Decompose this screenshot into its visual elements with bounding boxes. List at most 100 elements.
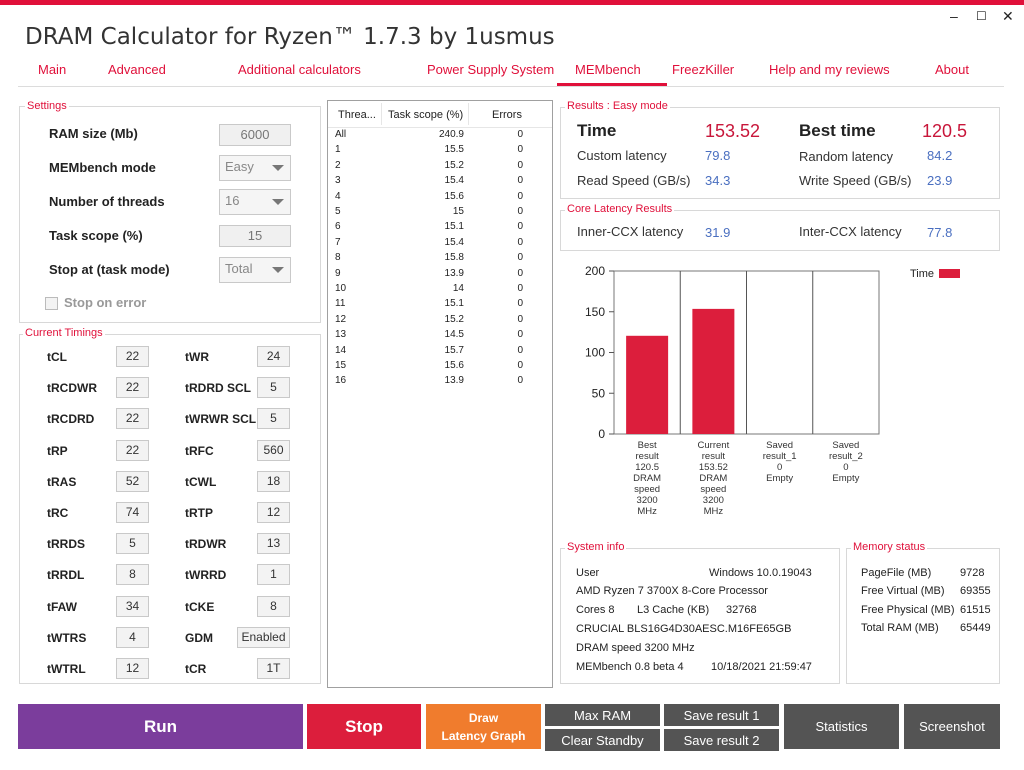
statistics-button[interactable]: Statistics — [784, 704, 899, 749]
tab-about[interactable]: About — [935, 62, 969, 77]
chart-y-tick-label: 100 — [585, 346, 605, 360]
col-header-thread[interactable]: Threa... — [338, 109, 376, 121]
thread-id-cell: All — [335, 129, 347, 140]
inter-ccx-label: Inter-CCX latency — [799, 224, 902, 239]
draw-latency-graph-button[interactable]: Draw Latency Graph — [426, 704, 541, 749]
task-scope-cell: 15.1 — [444, 298, 464, 310]
time-label: Time — [577, 121, 617, 140]
task-scope-cell: 15.5 — [444, 144, 464, 156]
task-scope-cell: 15.4 — [444, 175, 464, 187]
task-scope-field[interactable]: 15 — [219, 225, 291, 247]
chart-legend-label: Time — [910, 268, 934, 280]
inner-ccx-value: 31.9 — [705, 225, 731, 240]
threads-select[interactable]: 16 — [219, 189, 291, 215]
timing-value-trcdrd[interactable]: 22 — [116, 408, 149, 429]
timing-value-trp[interactable]: 22 — [116, 440, 149, 461]
task-scope-cell: 15.6 — [444, 360, 464, 371]
thread-id-cell: 10 — [335, 283, 347, 294]
save-result-1-button[interactable]: Save result 1 — [664, 704, 779, 726]
timing-value-trdrd-scl[interactable]: 5 — [257, 377, 290, 398]
minimize-icon[interactable]: – — [950, 8, 958, 24]
timing-value-trdwr[interactable]: 13 — [257, 533, 290, 554]
task-scope-cell: 15 — [452, 206, 464, 217]
save-result-2-button[interactable]: Save result 2 — [664, 729, 779, 751]
max-ram-button[interactable]: Max RAM — [545, 704, 660, 726]
l3-cache-label: L3 Cache (KB) — [637, 604, 710, 616]
ram-size-field[interactable]: 6000 — [219, 124, 291, 146]
tab-main[interactable]: Main — [38, 62, 66, 77]
tab-power-supply-system[interactable]: Power Supply System — [427, 62, 554, 77]
tab-membench[interactable]: MEMbench — [575, 62, 641, 77]
timing-value-twtrl[interactable]: 12 — [116, 658, 149, 679]
write-speed-label: Write Speed (GB/s) — [799, 173, 912, 188]
chart-x-label: result — [702, 451, 726, 462]
tab-additional-calculators[interactable]: Additional calculators — [238, 62, 361, 77]
errors-cell: 0 — [517, 283, 523, 294]
stop-at-select[interactable]: Total — [219, 257, 291, 283]
app-title: DRAM Calculator for Ryzen™ 1.7.3 by 1usm… — [25, 24, 555, 50]
chart-x-label: result_1 — [763, 451, 797, 462]
timing-value-twtrs[interactable]: 4 — [116, 627, 149, 648]
free-physical-value: 61515 — [960, 604, 991, 616]
run-button[interactable]: Run — [18, 704, 303, 749]
chart-y-tick-label: 50 — [592, 386, 606, 400]
latency-bar-chart: 050100150200Bestresult120.5DRAMspeed3200… — [585, 264, 960, 517]
thread-id-cell: 6 — [335, 221, 341, 233]
timing-label-trcdrd: tRCDRD — [47, 412, 95, 426]
read-speed-value: 34.3 — [705, 173, 731, 188]
errors-cell: 0 — [517, 190, 523, 202]
timing-value-gdm[interactable]: Enabled — [237, 627, 290, 648]
datetime-value: 10/18/2021 21:59:47 — [711, 661, 812, 673]
screenshot-button[interactable]: Screenshot — [904, 704, 1000, 749]
maximize-icon[interactable]: ☐ — [976, 9, 987, 23]
timing-value-trrds[interactable]: 5 — [116, 533, 149, 554]
stop-at-label: Stop at (task mode) — [49, 262, 170, 277]
draw-label-line1: Draw — [468, 710, 499, 725]
tab-divider — [18, 86, 1004, 87]
settings-group-title: Settings — [25, 100, 69, 112]
col-header-task-scope[interactable]: Task scope (%) — [388, 109, 463, 121]
random-latency-label: Random latency — [799, 149, 893, 164]
core-latency-group-title: Core Latency Results — [565, 203, 675, 215]
chart-legend-swatch — [939, 269, 960, 278]
timing-value-twr[interactable]: 24 — [257, 346, 290, 367]
chart-x-label: 120.5 — [635, 462, 659, 473]
write-speed-value: 23.9 — [927, 173, 953, 188]
tab-help-and-reviews[interactable]: Help and my reviews — [769, 62, 890, 77]
tab-advanced[interactable]: Advanced — [108, 62, 166, 77]
chart-x-label: MHz — [704, 506, 724, 517]
timing-value-trc[interactable]: 74 — [116, 502, 149, 523]
timing-value-tcke[interactable]: 8 — [257, 596, 290, 617]
timing-value-tcr[interactable]: 1T — [257, 658, 290, 679]
results-group-title: Results : Easy mode — [565, 100, 670, 112]
timing-label-twtrl: tWTRL — [47, 662, 86, 676]
timing-value-tcwl[interactable]: 18 — [257, 471, 290, 492]
timing-value-tfaw[interactable]: 34 — [116, 596, 149, 617]
timings-group-title: Current Timings — [23, 327, 105, 339]
draw-label-line2: Latency Graph — [441, 728, 526, 743]
col-header-errors[interactable]: Errors — [492, 109, 522, 121]
stop-on-error-checkbox[interactable] — [45, 297, 58, 310]
timing-value-tras[interactable]: 52 — [116, 471, 149, 492]
clear-standby-button[interactable]: Clear Standby — [545, 729, 660, 751]
timing-value-twrwr-scl[interactable]: 5 — [257, 408, 290, 429]
timing-value-trcdwr[interactable]: 22 — [116, 377, 149, 398]
custom-latency-value: 79.8 — [705, 148, 731, 163]
stop-button[interactable]: Stop — [307, 704, 421, 749]
timing-value-trtp[interactable]: 12 — [257, 502, 290, 523]
timing-label-trrds: tRRDS — [47, 537, 85, 551]
timing-value-trrdl[interactable]: 8 — [116, 564, 149, 585]
errors-cell: 0 — [517, 252, 523, 264]
chart-x-label: 0 — [777, 462, 782, 473]
membench-mode-select[interactable]: Easy — [219, 155, 291, 181]
timing-value-twrrd[interactable]: 1 — [257, 564, 290, 585]
tab-freezkiller[interactable]: FreezKiller — [672, 62, 734, 77]
stop-at-value: Total — [225, 261, 253, 276]
inner-ccx-label: Inner-CCX latency — [577, 224, 684, 239]
ram-size-label: RAM size (Mb) — [49, 126, 138, 141]
stop-on-error-label: Stop on error — [64, 295, 147, 310]
timing-value-trfc[interactable]: 560 — [257, 440, 290, 461]
timing-value-tcl[interactable]: 22 — [116, 346, 149, 367]
close-icon[interactable]: ✕ — [1002, 8, 1014, 25]
timing-label-twrwr-scl: tWRWR SCL — [185, 412, 257, 426]
